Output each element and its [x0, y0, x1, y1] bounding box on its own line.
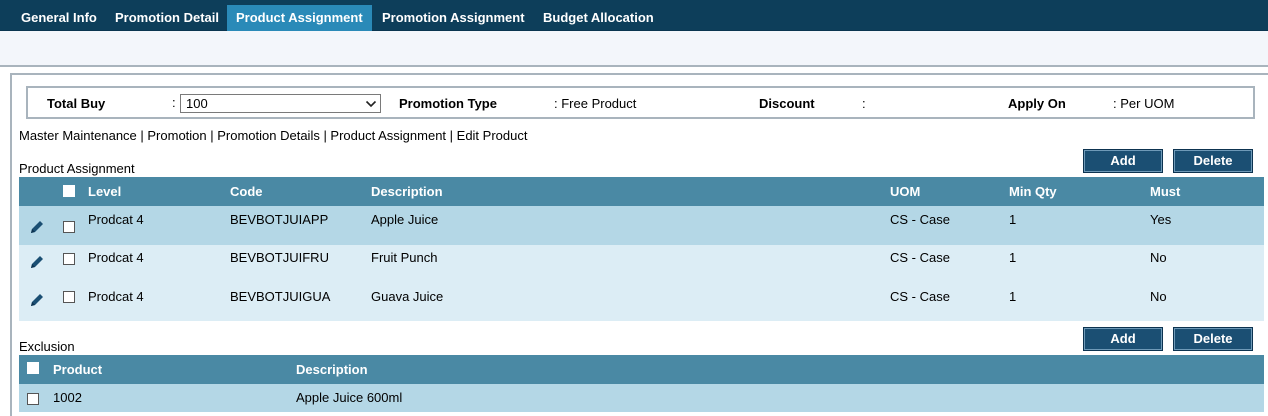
- select-all-products-checkbox[interactable]: [63, 185, 75, 197]
- row-checkbox[interactable]: [63, 291, 75, 303]
- row-checkbox[interactable]: [63, 253, 75, 265]
- exclusion-title: Exclusion: [19, 339, 75, 354]
- tab-product-assignment[interactable]: Product Assignment: [227, 5, 372, 31]
- code-cell: BEVBOTJUIFRU: [230, 250, 329, 265]
- pencil-icon[interactable]: [28, 253, 46, 271]
- code-cell: BEVBOTJUIAPP: [230, 212, 329, 227]
- breadcrumb: Master Maintenance | Promotion | Promoti…: [19, 128, 528, 143]
- total-buy-label: Total Buy: [47, 96, 106, 111]
- tab-budget-allocation[interactable]: Budget Allocation: [534, 5, 663, 31]
- column-header-uom: UOM: [890, 184, 921, 199]
- table-row[interactable]: Prodcat 4 BEVBOTJUIFRU Fruit Punch CS - …: [19, 245, 1264, 283]
- apply-on-label: Apply On: [1008, 96, 1066, 111]
- table-row[interactable]: Prodcat 4 BEVBOTJUIAPP Apple Juice CS - …: [19, 206, 1264, 245]
- description-cell: Guava Juice: [371, 289, 444, 304]
- pencil-icon[interactable]: [28, 291, 46, 309]
- min-qty-cell: 1: [1009, 289, 1017, 304]
- uom-cell: CS - Case: [890, 250, 950, 265]
- tab-promotion-detail[interactable]: Promotion Detail: [106, 5, 228, 31]
- min-qty-cell: 1: [1009, 212, 1017, 227]
- table-row[interactable]: 1002 Apple Juice 600ml: [19, 384, 1264, 412]
- description-cell: Apple Juice: [371, 212, 439, 227]
- column-header-level: Level: [88, 184, 122, 199]
- description-cell: Fruit Punch: [371, 250, 438, 265]
- product-table-header: Level Code Description UOM Min Qty Must: [19, 177, 1264, 206]
- product-add-button[interactable]: Add: [1083, 149, 1163, 173]
- column-header-min-qty: Min Qty: [1009, 184, 1057, 199]
- tab-promotion-assignment[interactable]: Promotion Assignment: [373, 5, 534, 31]
- exclusion-description-cell: Apple Juice 600ml: [296, 390, 403, 405]
- product-delete-button[interactable]: Delete: [1173, 149, 1253, 173]
- uom-cell: CS - Case: [890, 212, 950, 227]
- column-header-code: Code: [230, 184, 263, 199]
- exclusion-add-button[interactable]: Add: [1083, 327, 1163, 351]
- must-cell: Yes: [1150, 212, 1172, 227]
- tab-bar: General Info Promotion Detail Product As…: [0, 0, 1268, 31]
- column-header-product: Product: [53, 362, 103, 377]
- row-checkbox[interactable]: [27, 393, 39, 405]
- must-cell: No: [1150, 250, 1167, 265]
- level-cell: Prodcat 4: [88, 212, 144, 227]
- chevron-down-icon: [365, 100, 377, 108]
- total-buy-selected-value: 100: [186, 96, 208, 111]
- min-qty-cell: 1: [1009, 250, 1017, 265]
- total-buy-select[interactable]: 100: [180, 94, 381, 113]
- discount-value: :: [862, 96, 866, 111]
- apply-on-value: : Per UOM: [1113, 96, 1175, 111]
- level-cell: Prodcat 4: [88, 250, 144, 265]
- pencil-icon[interactable]: [28, 218, 46, 236]
- table-row[interactable]: Prodcat 4 BEVBOTJUIGUA Guava Juice CS - …: [19, 283, 1264, 321]
- level-cell: Prodcat 4: [88, 289, 144, 304]
- must-cell: No: [1150, 289, 1167, 304]
- promotion-type-label: Promotion Type: [399, 96, 497, 111]
- column-header-exclusion-description: Description: [296, 362, 368, 377]
- row-checkbox[interactable]: [63, 221, 75, 233]
- exclusion-delete-button[interactable]: Delete: [1173, 327, 1253, 351]
- column-header-must: Must: [1150, 184, 1181, 199]
- product-assignment-title: Product Assignment: [19, 161, 135, 176]
- total-buy-colon: :: [172, 95, 176, 110]
- column-header-description: Description: [371, 184, 443, 199]
- code-cell: BEVBOTJUIGUA: [230, 289, 331, 304]
- sub-header-band: [0, 31, 1268, 67]
- select-all-exclusions-checkbox[interactable]: [27, 362, 39, 374]
- promotion-type-value: : Free Product: [554, 96, 637, 111]
- uom-cell: CS - Case: [890, 289, 950, 304]
- product-cell: 1002: [53, 390, 82, 405]
- exclusion-table-header: Product Description: [19, 355, 1264, 384]
- tab-general-info[interactable]: General Info: [12, 5, 106, 31]
- discount-label: Discount: [759, 96, 815, 111]
